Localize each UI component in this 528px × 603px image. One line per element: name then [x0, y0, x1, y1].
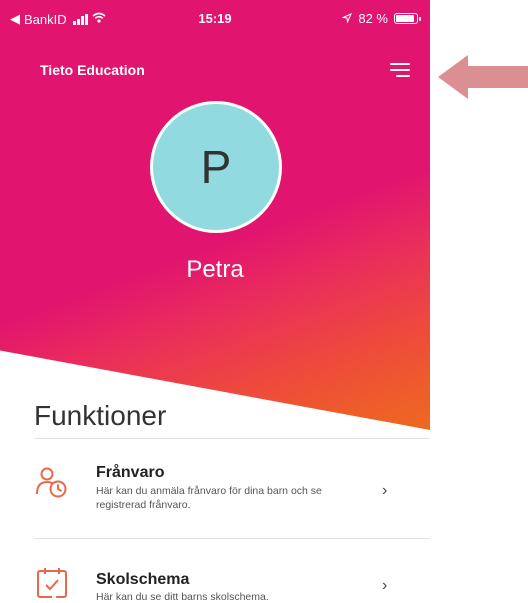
list-item-franvaro[interactable]: Frånvaro Här kan du anmäla frånvaro för … — [34, 458, 430, 528]
list-item-description: Här kan du se ditt barns skolschema. — [96, 591, 269, 603]
calendar-check-icon — [34, 565, 70, 601]
battery-icon — [394, 13, 421, 24]
location-arrow-icon — [341, 11, 353, 26]
annotation-arrow-icon — [438, 55, 528, 99]
battery-percent: 82 % — [358, 11, 388, 26]
divider — [34, 438, 430, 439]
section-title: Funktioner — [34, 400, 167, 431]
list-item-description: Här kan du anmäla frånvaro för dina barn… — [96, 485, 322, 511]
chevron-right-icon: › — [382, 577, 388, 594]
profile-name: Petra — [186, 256, 244, 283]
chevron-right-icon: › — [382, 482, 388, 499]
status-right: 82 % — [341, 11, 421, 26]
avatar: P — [150, 101, 282, 233]
list-item-skolschema[interactable]: Skolschema Här kan du se ditt barns skol… — [34, 561, 430, 603]
list-item-title: Skolschema — [96, 571, 190, 588]
avatar-initial: P — [200, 141, 232, 193]
app-screen: ◀ BankID 15:19 82 % Tieto Education P Pe… — [0, 0, 430, 603]
status-bar: ◀ BankID 15:19 82 % — [0, 0, 430, 34]
divider — [34, 538, 430, 539]
hamburger-menu-icon[interactable] — [386, 58, 410, 82]
list-item-title: Frånvaro — [96, 464, 165, 481]
app-title: Tieto Education — [40, 62, 145, 78]
person-clock-icon — [34, 464, 70, 500]
